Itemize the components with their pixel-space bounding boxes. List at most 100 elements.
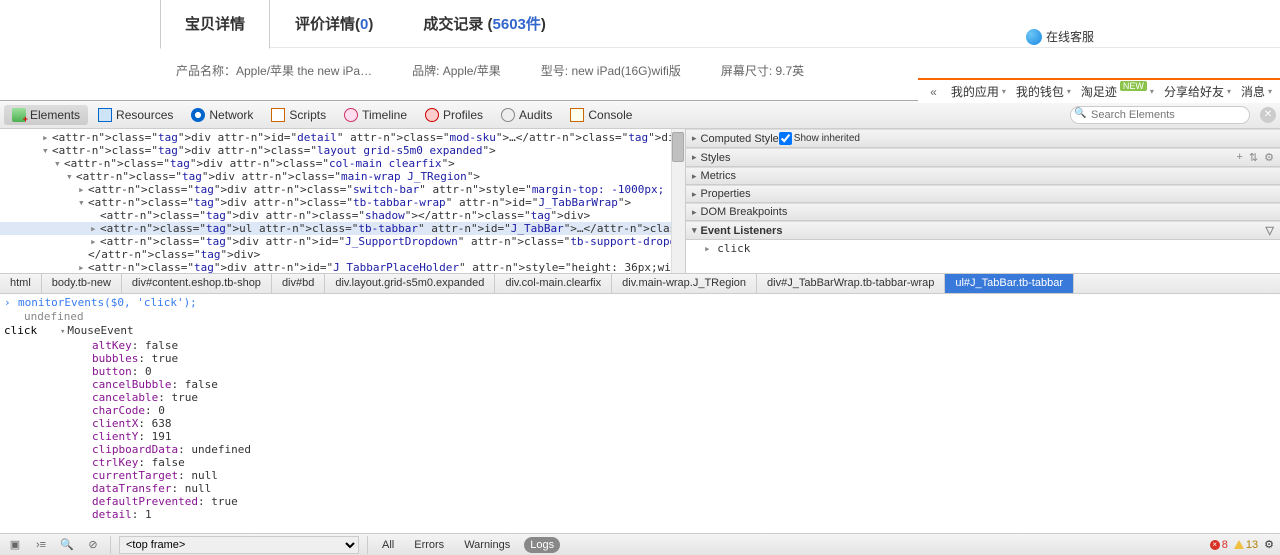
- listener-name: click: [717, 242, 750, 255]
- timeline-icon: [344, 108, 358, 122]
- prompt-icon: ›: [4, 296, 18, 310]
- toggle-state-icon[interactable]: ⇅: [1249, 151, 1258, 164]
- dock-icon[interactable]: ▣: [6, 536, 24, 554]
- toolbar-my-apps[interactable]: 我的应用▾: [951, 83, 1006, 100]
- panel-label: Network: [209, 108, 253, 122]
- panel-network[interactable]: Network: [183, 105, 261, 125]
- online-service-link[interactable]: 在线客服: [1026, 28, 1094, 45]
- error-count[interactable]: ×8: [1210, 539, 1228, 551]
- dom-node[interactable]: ▸<attr-n">class="tag">div attr-n">id="J_…: [0, 235, 685, 248]
- dom-node[interactable]: </attr-n">class="tag">div>: [0, 248, 685, 261]
- section-computed-style[interactable]: ▸ Computed Style Show inherited: [686, 129, 1280, 148]
- toolbar-my-wallet[interactable]: 我的钱包▾: [1016, 83, 1071, 100]
- webpage-content: 宝贝详情 评价详情(0) 成交记录 (5603件) 在线客服 产品名称：Appl…: [0, 0, 1280, 100]
- warning-count[interactable]: 13: [1234, 539, 1258, 551]
- chevron-down-icon[interactable]: ▾: [60, 327, 65, 337]
- spec-brand: 品牌: Apple/苹果: [412, 62, 501, 79]
- toolbar-item-label: 我的钱包: [1016, 83, 1064, 100]
- dom-node[interactable]: ▾<attr-n">class="tag">div attr-n">class=…: [0, 144, 685, 157]
- tab-item-details[interactable]: 宝贝详情: [160, 0, 270, 49]
- devtools: Elements Resources Network Scripts Timel…: [0, 100, 1280, 555]
- panel-console[interactable]: Console: [562, 105, 640, 125]
- spec-name: 产品名称：Apple/苹果 the new iPa…: [176, 62, 372, 79]
- checkbox-label: Show inherited: [794, 133, 860, 144]
- section-metrics[interactable]: ▸Metrics: [686, 167, 1280, 185]
- breadcrumb-item[interactable]: div.layout.grid-s5m0.expanded: [325, 274, 495, 293]
- breadcrumb-item[interactable]: body.tb-new: [42, 274, 122, 293]
- tab-item-reviews[interactable]: 评价详情(0): [270, 0, 398, 49]
- chevron-down-icon: ▾: [1268, 87, 1272, 96]
- chevron-down-icon: ▾: [1227, 87, 1231, 96]
- breadcrumb-item[interactable]: div#J_TabBarWrap.tb-tabbar-wrap: [757, 274, 945, 293]
- panel-label: Scripts: [289, 108, 326, 122]
- dom-node[interactable]: ▾<attr-n">class="tag">div attr-n">class=…: [0, 170, 685, 183]
- panel-label: Profiles: [443, 108, 483, 122]
- section-properties[interactable]: ▸Properties: [686, 185, 1280, 203]
- panel-timeline[interactable]: Timeline: [336, 105, 415, 125]
- event-listener-item[interactable]: ▸ click: [686, 240, 1280, 257]
- search-input[interactable]: [1070, 106, 1250, 124]
- console-command: monitorEvents($0, 'click');: [18, 296, 1276, 310]
- panel-profiles[interactable]: Profiles: [417, 105, 491, 125]
- clear-icon[interactable]: ⊘: [84, 536, 102, 554]
- checkbox[interactable]: [779, 132, 792, 145]
- console-output[interactable]: › monitorEvents($0, 'click'); undefined …: [0, 294, 1280, 533]
- dom-node[interactable]: ▸<attr-n">class="tag">div attr-n">id="de…: [0, 131, 685, 144]
- statusbar: ▣ ›≡ 🔍 ⊘ <top frame> All Errors Warnings…: [0, 533, 1280, 555]
- show-inherited-checkbox[interactable]: Show inherited: [779, 132, 860, 145]
- gear-icon[interactable]: ⚙: [1264, 538, 1274, 551]
- breadcrumb-item[interactable]: ul#J_TabBar.tb-tabbar: [945, 274, 1074, 293]
- close-icon[interactable]: ✕: [1260, 107, 1276, 123]
- tab-count: 5603件: [493, 16, 541, 33]
- dom-node[interactable]: <attr-n">class="tag">div attr-n">class="…: [0, 209, 685, 222]
- tab-label: 成交记录 (: [423, 16, 492, 33]
- tab-label: 评价详情(: [295, 16, 360, 33]
- section-styles[interactable]: ▸ Styles + ⇅ ⚙: [686, 148, 1280, 167]
- show-console-icon[interactable]: ›≡: [32, 536, 50, 554]
- panel-resources[interactable]: Resources: [90, 105, 181, 125]
- dom-node[interactable]: ▸<attr-n">class="tag">ul attr-n">class="…: [0, 222, 685, 235]
- gear-icon[interactable]: ⚙: [1264, 151, 1274, 164]
- toolbar-prev-icon[interactable]: «: [926, 85, 941, 99]
- filter-all[interactable]: All: [376, 537, 400, 553]
- scrollbar-vertical[interactable]: [671, 129, 685, 273]
- breadcrumb-item[interactable]: div#content.eshop.tb-shop: [122, 274, 272, 293]
- panel-elements[interactable]: Elements: [4, 105, 88, 125]
- filter-warnings[interactable]: Warnings: [458, 537, 516, 553]
- dom-node[interactable]: ▾<attr-n">class="tag">div attr-n">class=…: [0, 157, 685, 170]
- object-property: cancelBubble: false: [80, 378, 1276, 391]
- breadcrumb-item[interactable]: div#bd: [272, 274, 325, 293]
- dom-tree[interactable]: ▸<attr-n">class="tag">div attr-n">id="de…: [0, 129, 685, 273]
- event-object-name[interactable]: MouseEvent: [67, 324, 133, 337]
- panel-audits[interactable]: Audits: [493, 105, 560, 125]
- chevron-down-icon: ▾: [692, 225, 697, 236]
- section-title: Properties: [701, 188, 751, 200]
- section-event-listeners[interactable]: ▾Event Listeners▽: [686, 221, 1280, 240]
- new-style-icon[interactable]: +: [1236, 151, 1242, 164]
- toolbar-messages[interactable]: 消息▾: [1241, 83, 1272, 100]
- dom-node[interactable]: ▸<attr-n">class="tag">div attr-n">class=…: [0, 183, 685, 196]
- dom-node[interactable]: ▾<attr-n">class="tag">div attr-n">class=…: [0, 196, 685, 209]
- warning-number: 13: [1246, 539, 1258, 551]
- breadcrumb-item[interactable]: div.main-wrap.J_TRegion: [612, 274, 757, 293]
- filter-errors[interactable]: Errors: [408, 537, 450, 553]
- dom-node[interactable]: ▸<attr-n">class="tag">div attr-n">id="J_…: [0, 261, 685, 273]
- filter-logs[interactable]: Logs: [524, 537, 560, 553]
- breadcrumb-item[interactable]: div.col-main.clearfix: [495, 274, 612, 293]
- toolbar-footprint[interactable]: 淘足迹NEW▾: [1081, 83, 1154, 100]
- tab-label-suffix: ): [541, 16, 546, 33]
- object-property: button: 0: [80, 365, 1276, 378]
- toolbar-share[interactable]: 分享给好友▾: [1164, 83, 1231, 100]
- object-property: cancelable: true: [80, 391, 1276, 404]
- section-dom-breakpoints[interactable]: ▸DOM Breakpoints: [686, 203, 1280, 221]
- search-icon[interactable]: 🔍: [58, 536, 76, 554]
- scripts-icon: [271, 108, 285, 122]
- tab-item-transactions[interactable]: 成交记录 (5603件): [398, 0, 571, 49]
- panel-scripts[interactable]: Scripts: [263, 105, 334, 125]
- breadcrumb-item[interactable]: html: [0, 274, 42, 293]
- object-property: detail: 1: [80, 508, 1276, 521]
- scroll-thumb[interactable]: [672, 132, 684, 162]
- frame-selector[interactable]: <top frame>: [119, 536, 359, 554]
- event-label: click: [4, 324, 60, 339]
- filter-icon[interactable]: ▽: [1266, 224, 1274, 237]
